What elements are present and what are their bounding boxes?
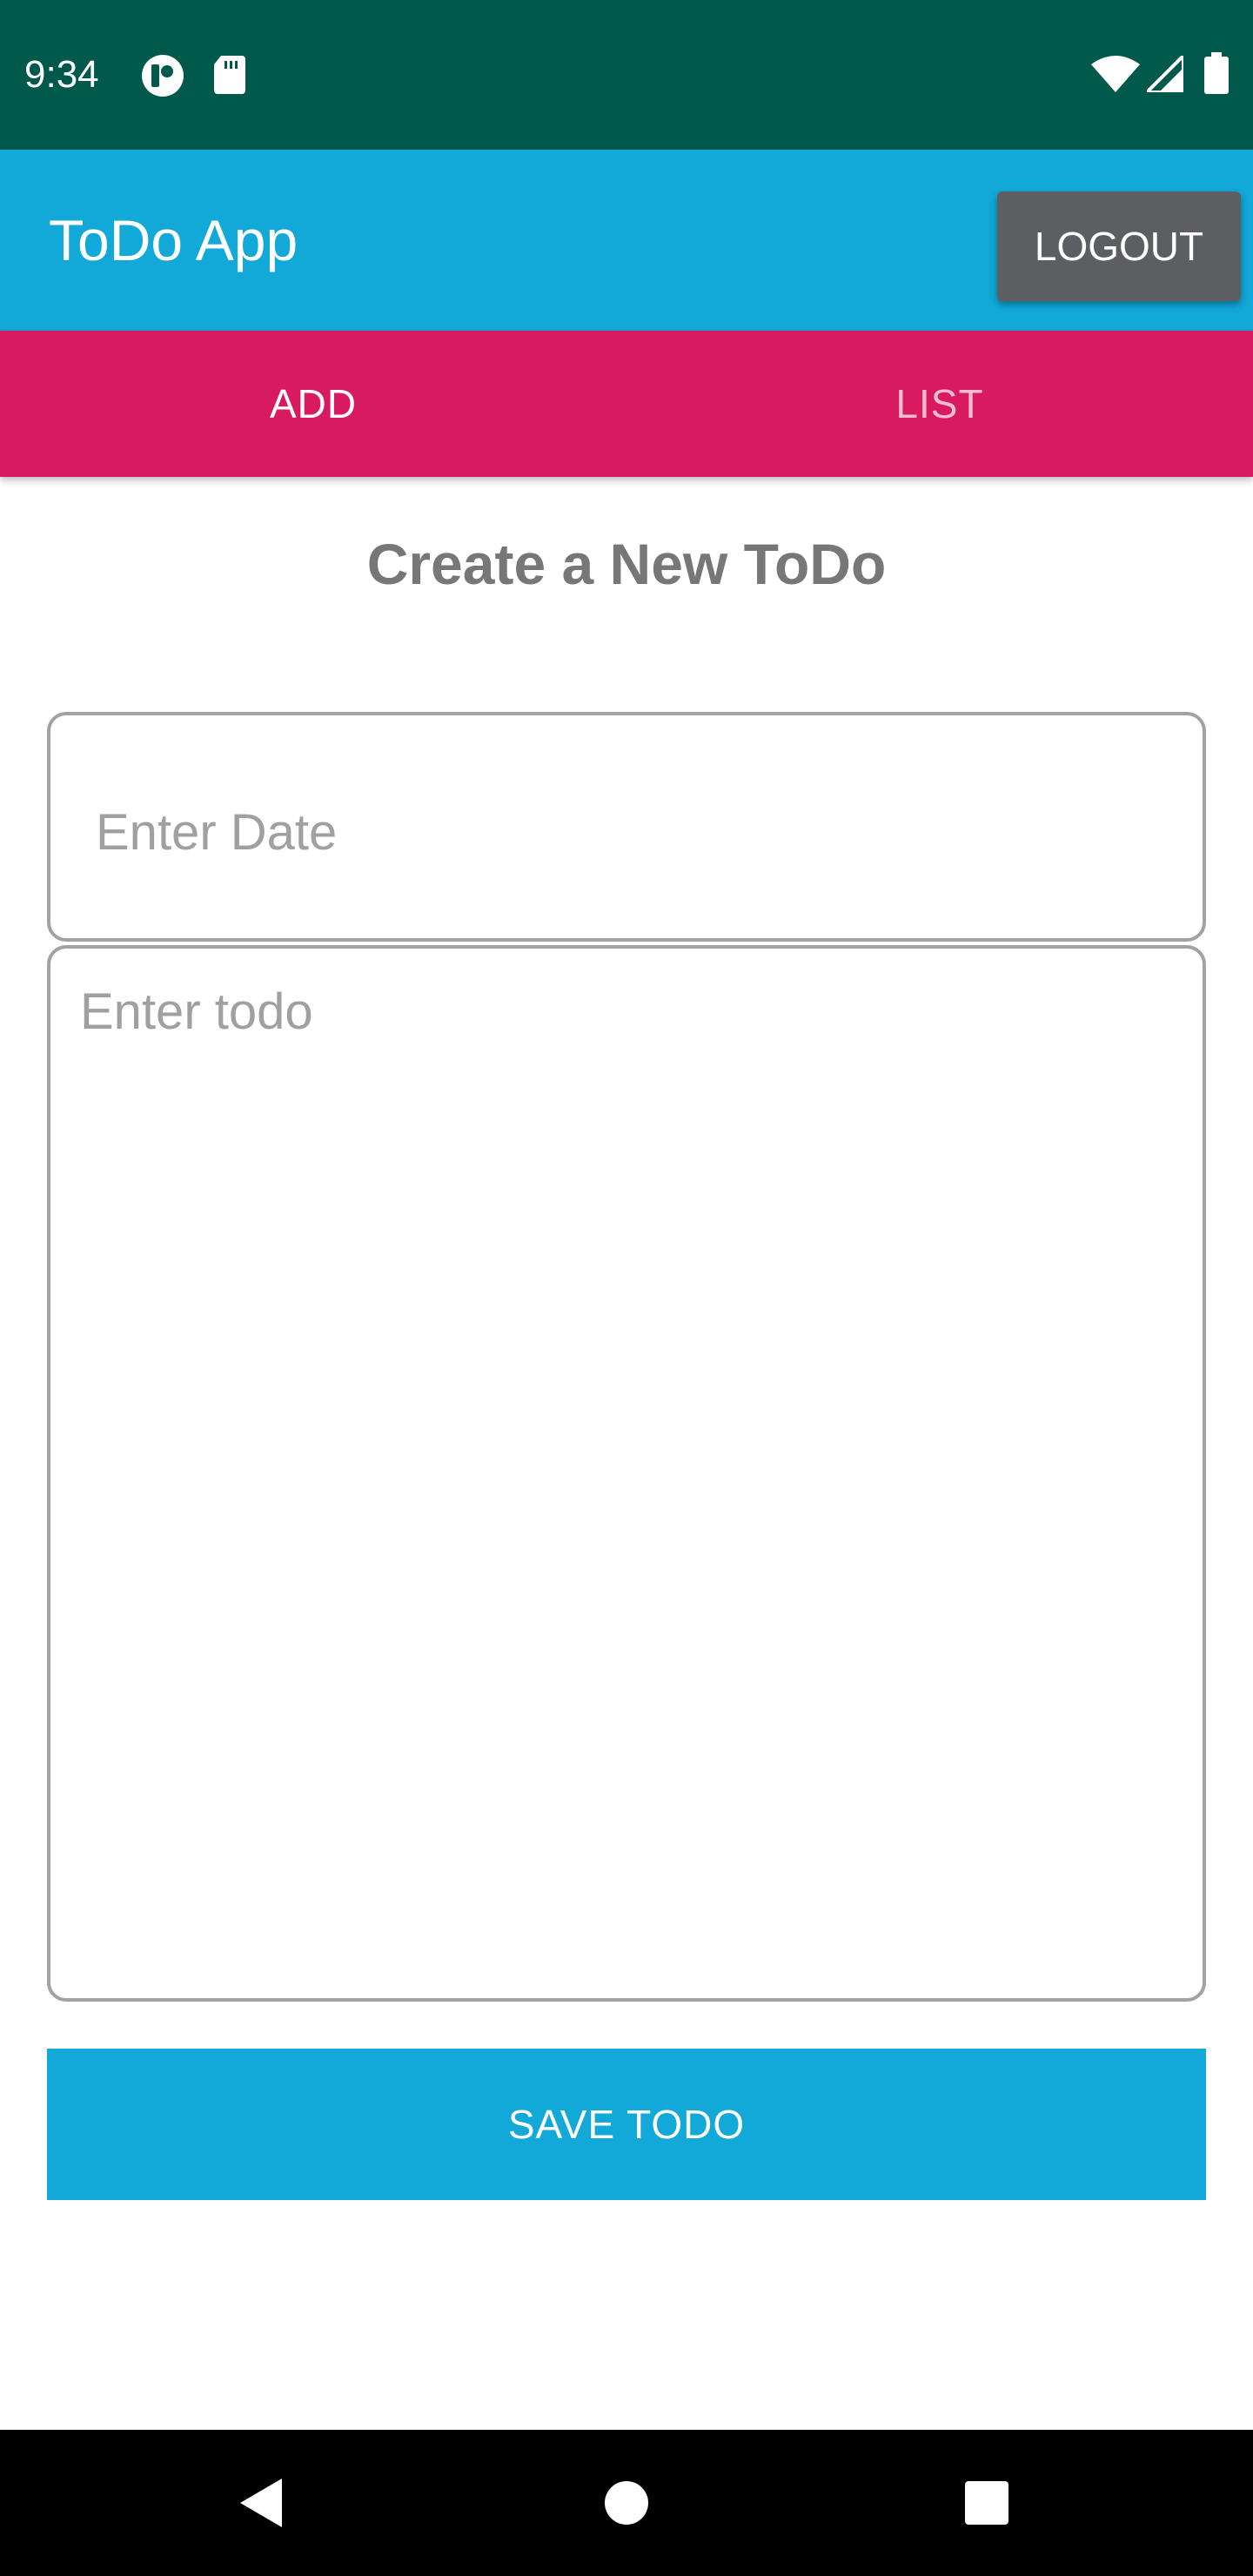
todo-placeholder: Enter todo xyxy=(80,983,313,1040)
signal-icon xyxy=(1142,51,1185,97)
app-notification-icon xyxy=(141,54,184,102)
home-icon[interactable] xyxy=(574,2430,679,2576)
app-bar: ToDo App LOGOUT xyxy=(0,150,1253,331)
sd-card-icon xyxy=(212,54,247,98)
tab-list[interactable]: LIST xyxy=(626,331,1253,477)
date-placeholder: Enter Date xyxy=(96,804,338,861)
wifi-icon xyxy=(1091,56,1140,97)
logout-button[interactable]: LOGOUT xyxy=(997,191,1241,301)
status-time: 9:34 xyxy=(24,53,99,96)
tab-add[interactable]: ADD xyxy=(0,331,626,477)
form-title: Create a New ToDo xyxy=(366,532,887,596)
todo-field[interactable]: Enter todo xyxy=(47,945,1206,2002)
save-todo-button[interactable]: SAVE TODO xyxy=(47,2049,1206,2200)
app-title: ToDo App xyxy=(49,208,298,272)
date-field[interactable]: Enter Date xyxy=(47,712,1206,942)
battery-icon xyxy=(1204,52,1229,98)
tab-bar: ADD LIST xyxy=(0,331,1253,477)
back-icon[interactable] xyxy=(209,2430,313,2576)
recents-icon[interactable] xyxy=(935,2430,1039,2576)
screen: 9:34 ToDo App LOGOUT ADD LIST Create a N… xyxy=(0,0,1253,2576)
nav-bar xyxy=(0,2430,1253,2576)
status-bar: 9:34 xyxy=(0,0,1253,150)
